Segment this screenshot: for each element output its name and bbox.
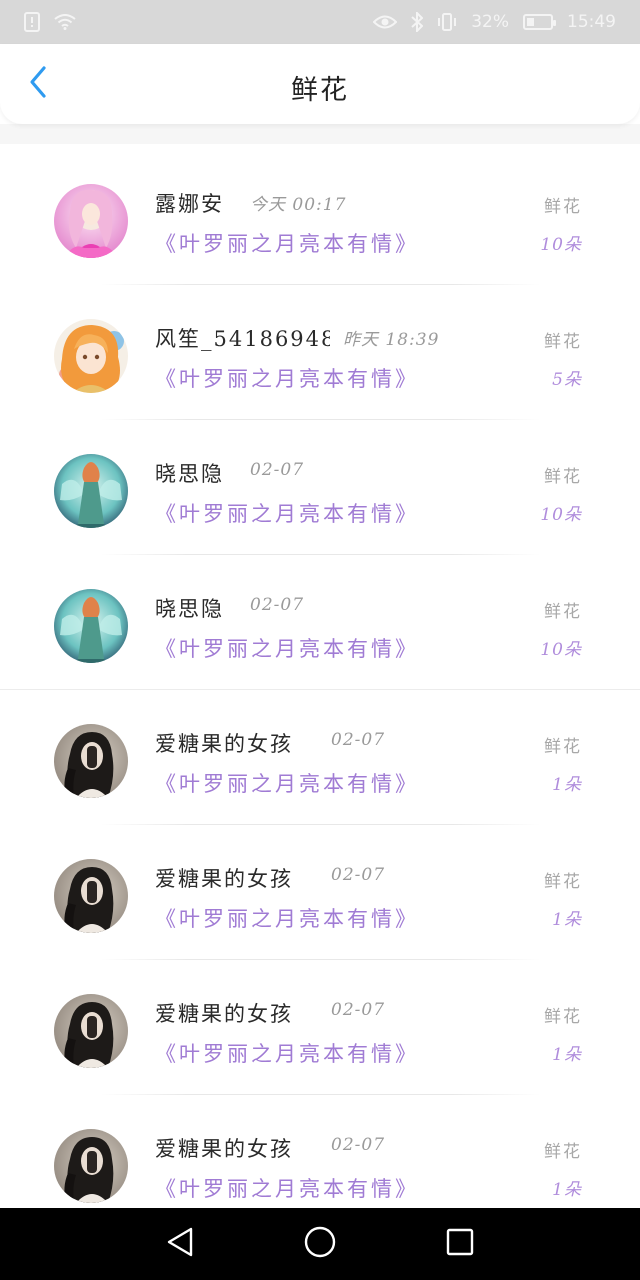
vibrate-icon	[437, 12, 457, 32]
teal-fairy-avatar[interactable]	[54, 454, 128, 528]
notification-alert-icon	[24, 12, 40, 32]
gift-type: 鲜花	[544, 602, 582, 622]
gift-type: 鲜花	[544, 1142, 582, 1162]
book-title-link[interactable]: 《叶罗丽之月亮本有情》	[155, 1173, 419, 1203]
nav-back-button[interactable]	[155, 1219, 205, 1269]
status-bar: 32% 15:49	[0, 0, 640, 44]
user-name[interactable]: 风笙_5418694824···	[155, 323, 330, 353]
user-name[interactable]: 露娜安	[155, 188, 224, 218]
dark-hair-girl-avatar[interactable]	[54, 724, 128, 798]
status-bar-left	[24, 12, 76, 32]
timestamp: 02-07	[331, 1000, 386, 1020]
battery-percent: 32%	[471, 12, 509, 32]
user-name[interactable]: 爱糖果的女孩	[155, 1133, 293, 1163]
dark-hair-girl-avatar[interactable]	[54, 1129, 128, 1203]
nav-back-triangle-icon	[165, 1226, 195, 1262]
pink-princess-avatar[interactable]	[54, 184, 128, 258]
gift-count: 10朵	[540, 640, 582, 660]
list-item[interactable]: 爱糖果的女孩 02-07 《叶罗丽之月亮本有情》 鲜花 1朵	[0, 960, 640, 1095]
book-title-link[interactable]: 《叶罗丽之月亮本有情》	[155, 768, 419, 798]
list-item[interactable]: 风笙_5418694824··· 昨天 18:39 《叶罗丽之月亮本有情》 鲜花 5朵	[0, 285, 640, 420]
user-name[interactable]: 爱糖果的女孩	[155, 863, 293, 893]
status-bar-right: 32% 15:49	[373, 12, 616, 32]
gift-count: 1朵	[552, 775, 582, 795]
gift-type: 鲜花	[544, 872, 582, 892]
list-item[interactable]: 露娜安 今天 00:17 《叶罗丽之月亮本有情》 鲜花 10朵	[0, 150, 640, 285]
timestamp: 02-07	[250, 595, 305, 615]
gift-count: 1朵	[552, 1180, 582, 1200]
eye-comfort-icon	[373, 14, 398, 30]
orange-hair-girl-avatar[interactable]	[54, 319, 128, 393]
gift-count: 10朵	[540, 505, 582, 525]
system-nav-bar	[0, 1208, 640, 1280]
timestamp: 02-07	[250, 460, 305, 480]
dark-hair-girl-avatar[interactable]	[54, 859, 128, 933]
top-header: 鲜花	[0, 44, 640, 124]
gift-count: 1朵	[552, 910, 582, 930]
gift-type: 鲜花	[544, 332, 582, 352]
battery-icon	[523, 14, 556, 30]
nav-recents-button[interactable]	[435, 1219, 485, 1269]
nav-recents-square-icon	[445, 1227, 475, 1261]
nav-home-circle-icon	[303, 1225, 337, 1263]
header-spacer	[0, 124, 640, 144]
book-title-link[interactable]: 《叶罗丽之月亮本有情》	[155, 1038, 419, 1068]
book-title-link[interactable]: 《叶罗丽之月亮本有情》	[155, 228, 419, 258]
book-title-link[interactable]: 《叶罗丽之月亮本有情》	[155, 498, 419, 528]
gift-record-list: 露娜安今天 00:17《叶罗丽之月亮本有情》鲜花10朵 风笙_541869482…	[0, 150, 640, 1208]
list-item[interactable]: 爱糖果的女孩 02-07 《叶罗丽之月亮本有情》 鲜花 1朵	[0, 1095, 640, 1208]
book-title-link[interactable]: 《叶罗丽之月亮本有情》	[155, 633, 419, 663]
timestamp: 02-07	[331, 1135, 386, 1155]
list-item[interactable]: 爱糖果的女孩 02-07 《叶罗丽之月亮本有情》 鲜花 1朵	[0, 825, 640, 960]
list-item[interactable]: 晓思隐 02-07 《叶罗丽之月亮本有情》 鲜花 10朵	[0, 555, 640, 690]
timestamp: 今天 00:17	[250, 195, 347, 215]
book-title-link[interactable]: 《叶罗丽之月亮本有情》	[155, 903, 419, 933]
user-name[interactable]: 晓思隐	[155, 593, 224, 623]
nav-home-button[interactable]	[295, 1219, 345, 1269]
gift-type: 鲜花	[544, 737, 582, 757]
gift-type: 鲜花	[544, 197, 582, 217]
timestamp: 02-07	[331, 730, 386, 750]
gift-count: 1朵	[552, 1045, 582, 1065]
gift-type: 鲜花	[544, 467, 582, 487]
user-name[interactable]: 爱糖果的女孩	[155, 728, 293, 758]
timestamp: 02-07	[331, 865, 386, 885]
dark-hair-girl-avatar[interactable]	[54, 994, 128, 1068]
status-time: 15:49	[567, 12, 616, 32]
gift-type: 鲜花	[544, 1007, 582, 1027]
user-name[interactable]: 晓思隐	[155, 458, 224, 488]
book-title-link[interactable]: 《叶罗丽之月亮本有情》	[155, 363, 419, 393]
page-title: 鲜花	[291, 75, 349, 106]
list-item[interactable]: 爱糖果的女孩 02-07 《叶罗丽之月亮本有情》 鲜花 1朵	[0, 690, 640, 825]
wifi-icon	[54, 14, 76, 30]
list-item[interactable]: 晓思隐 02-07 《叶罗丽之月亮本有情》 鲜花 10朵	[0, 420, 640, 555]
battery-level-fill	[527, 18, 535, 26]
gift-count: 5朵	[552, 370, 582, 390]
timestamp: 昨天 18:39	[343, 330, 440, 350]
teal-fairy-avatar[interactable]	[54, 589, 128, 663]
user-name[interactable]: 爱糖果的女孩	[155, 998, 293, 1028]
gift-count: 10朵	[540, 235, 582, 255]
bluetooth-icon	[411, 12, 424, 32]
